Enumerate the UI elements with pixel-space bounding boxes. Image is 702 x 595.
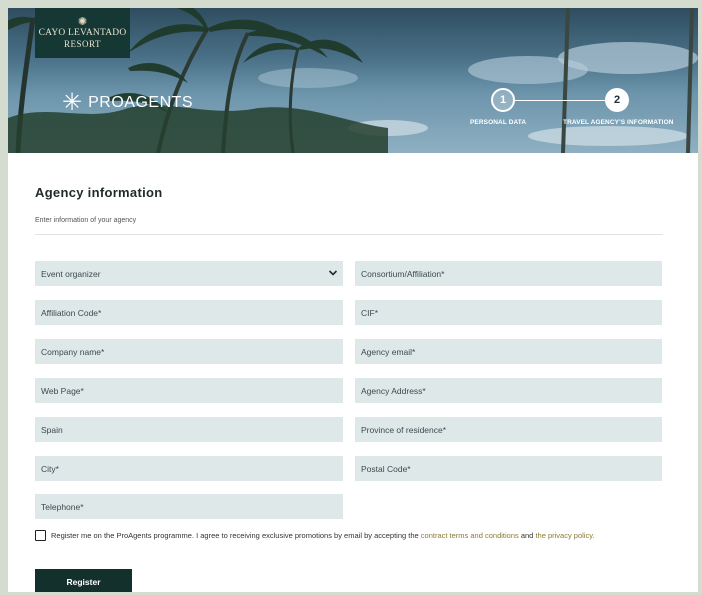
step-1-indicator[interactable]: 1 bbox=[491, 88, 515, 112]
event-organizer-select[interactable]: Event organizer bbox=[35, 261, 343, 286]
agency-email-field[interactable]: Agency email* bbox=[355, 339, 662, 364]
sunburst-icon: ✳ bbox=[62, 89, 83, 116]
cif-placeholder: CIF* bbox=[361, 307, 378, 318]
privacy-link[interactable]: the privacy policy. bbox=[535, 531, 594, 540]
step-connector bbox=[515, 100, 605, 101]
province-placeholder: Province of residence* bbox=[361, 424, 447, 435]
agency-email-placeholder: Agency email* bbox=[361, 346, 416, 357]
consortium-field[interactable]: Consortium/Affiliation* bbox=[355, 261, 662, 286]
web-page-placeholder: Web Page* bbox=[41, 385, 84, 396]
consortium-placeholder: Consortium/Affiliation* bbox=[361, 268, 445, 279]
company-name-placeholder: Company name* bbox=[41, 346, 105, 357]
country-field[interactable]: Spain bbox=[35, 417, 343, 442]
city-field[interactable]: City* bbox=[35, 456, 343, 481]
event-organizer-value: Event organizer bbox=[41, 268, 101, 279]
telephone-placeholder: Telephone* bbox=[41, 501, 84, 512]
affiliation-code-placeholder: Affiliation Code* bbox=[41, 307, 102, 318]
progress-steps: 1 2 PERSONAL DATA TRAVEL AGENCY'S INFORM… bbox=[470, 88, 673, 138]
consent-text: Register me on the ProAgents programme. … bbox=[51, 531, 419, 540]
agency-address-field[interactable]: Agency Address* bbox=[355, 378, 662, 403]
consent-checkbox[interactable] bbox=[35, 530, 46, 541]
step-2-label: TRAVEL AGENCY'S INFORMATION bbox=[563, 119, 674, 126]
brand-name: PROAGENTS bbox=[88, 94, 194, 111]
cif-field[interactable]: CIF* bbox=[355, 300, 662, 325]
page-frame: ✺ CAYO LEVANTADO RESORT ✳ PROAGENTS 1 2 … bbox=[8, 8, 698, 592]
section-title: Agency information bbox=[35, 185, 163, 200]
country-value: Spain bbox=[41, 424, 63, 435]
sun-icon: ✺ bbox=[77, 16, 88, 28]
step-2-indicator: 2 bbox=[605, 88, 629, 112]
agency-address-placeholder: Agency Address* bbox=[361, 385, 426, 396]
city-placeholder: City* bbox=[41, 463, 59, 474]
province-field[interactable]: Province of residence* bbox=[355, 417, 662, 442]
telephone-field[interactable]: Telephone* bbox=[35, 494, 343, 519]
resort-logo-line1: CAYO LEVANTADO bbox=[38, 28, 127, 38]
company-name-field[interactable]: Company name* bbox=[35, 339, 343, 364]
resort-logo-line2: RESORT bbox=[64, 39, 101, 49]
consent-and: and bbox=[520, 531, 534, 540]
postal-code-placeholder: Postal Code* bbox=[361, 463, 411, 474]
section-divider bbox=[35, 234, 663, 235]
postal-code-field[interactable]: Postal Code* bbox=[355, 456, 662, 481]
web-page-field[interactable]: Web Page* bbox=[35, 378, 343, 403]
resort-logo[interactable]: ✺ CAYO LEVANTADO RESORT bbox=[35, 8, 130, 58]
chevron-down-icon bbox=[328, 270, 338, 276]
proagents-logo: ✳ PROAGENTS bbox=[62, 91, 193, 115]
affiliation-code-field[interactable]: Affiliation Code* bbox=[35, 300, 343, 325]
step-1-label: PERSONAL DATA bbox=[470, 119, 527, 126]
section-subtitle: Enter information of your agency bbox=[35, 217, 137, 224]
consent-row: Register me on the ProAgents programme. … bbox=[35, 530, 595, 541]
hero-banner: ✺ CAYO LEVANTADO RESORT ✳ PROAGENTS 1 2 … bbox=[8, 8, 698, 153]
register-button[interactable]: Register bbox=[35, 569, 132, 592]
terms-link[interactable]: contract terms and conditions bbox=[421, 531, 519, 540]
